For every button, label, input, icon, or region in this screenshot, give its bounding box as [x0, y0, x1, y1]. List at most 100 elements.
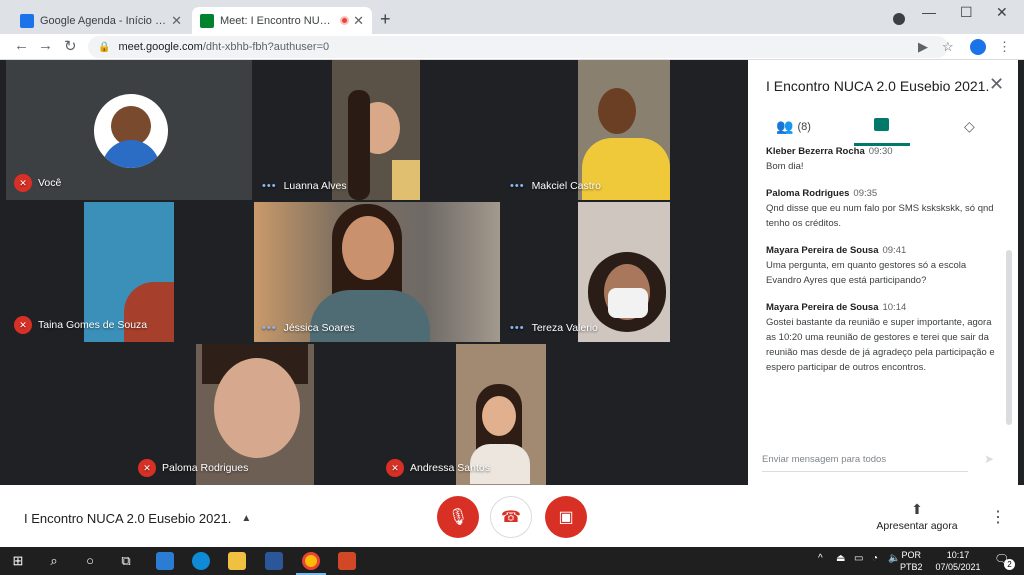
usb-icon[interactable]: ⏏	[836, 553, 845, 564]
chat-panel: I Encontro NUCA 2.0 Eusebio 2021. ✕ 👥 (8…	[748, 60, 1018, 485]
participant-tile[interactable]: ••• Jéssica Soares	[254, 202, 500, 342]
google-calendar-icon	[20, 13, 34, 28]
chat-input[interactable]: Enviar mensagem para todos	[762, 450, 968, 472]
camera-off-icon: ▣	[558, 509, 574, 526]
participant-name: ••• Makciel Castro	[510, 180, 601, 192]
message-time: 09:35	[853, 188, 878, 199]
windows-start-icon[interactable]: ⊞	[10, 553, 26, 569]
forward-icon[interactable]: →	[38, 37, 53, 54]
participant-tile[interactable]: ✕ Andressa Santos	[378, 344, 624, 485]
close-window-icon[interactable]: ✕	[996, 4, 1008, 21]
address-bar[interactable]: 🔒 meet.google.com /dht-xbhb-fbh?authuser…	[88, 36, 948, 58]
speaking-indicator-icon: •••	[262, 180, 277, 192]
avatar	[94, 94, 168, 168]
tab-meet[interactable]: Meet: I Encontro NUCA 2.0 E... ✕	[192, 7, 372, 34]
hang-up-icon: ☎	[501, 509, 521, 526]
chevron-up-icon: ▲	[241, 513, 252, 524]
message-author: Paloma Rodrigues	[766, 188, 850, 199]
chrome-icon[interactable]	[302, 552, 320, 570]
wifi-icon[interactable]: ◔	[872, 553, 878, 564]
volume-icon[interactable]: 🔈	[888, 553, 900, 564]
present-label: Apresentar agora	[876, 520, 958, 532]
meeting-controls-bar: I Encontro NUCA 2.0 Eusebio 2021. ▲ 🎙 ☎ …	[0, 485, 1024, 547]
speaking-indicator-icon: •••	[510, 180, 525, 192]
chat-message: Paloma Rodrigues 09:35 Qnd disse que eu n…	[766, 188, 996, 231]
message-time: 10:14	[882, 302, 907, 313]
meeting-title: I Encontro NUCA 2.0 Eusebio 2021.	[24, 511, 232, 526]
participant-tile[interactable]: ••• Makciel Castro	[502, 60, 748, 200]
profile-avatar[interactable]	[970, 39, 986, 55]
panel-title: I Encontro NUCA 2.0 Eusebio 2021.	[766, 78, 990, 94]
bookmark-star-icon[interactable]: ☆	[942, 39, 954, 55]
file-explorer-icon[interactable]	[228, 552, 246, 570]
onedrive-icon[interactable]	[156, 552, 174, 570]
close-tab-icon[interactable]: ✕	[171, 13, 182, 29]
send-icon[interactable]: ➤	[984, 452, 994, 466]
message-text: Qnd disse que eu num falo por SMS ksksks…	[766, 203, 994, 229]
tab-activities[interactable]: ◇	[964, 118, 979, 135]
tab-chat[interactable]	[874, 118, 889, 131]
participant-name: ••• Tereza Valerio	[510, 322, 598, 334]
menu-kebab-icon[interactable]: ⋮	[998, 39, 1011, 55]
participant-tile[interactable]: ✕ Taina Gomes de Souza	[6, 202, 252, 342]
recording-icon	[340, 16, 350, 25]
message-time: 09:41	[882, 245, 907, 256]
leave-call-button[interactable]: ☎	[490, 496, 532, 538]
people-count: (8)	[797, 120, 811, 133]
message-time: 09:30	[868, 146, 893, 157]
message-author: Kleber Bezerra Rocha	[766, 146, 865, 157]
maximize-icon[interactable]: ☐	[960, 4, 973, 21]
close-panel-icon[interactable]: ✕	[989, 74, 1004, 95]
close-tab-icon[interactable]: ✕	[353, 13, 364, 29]
message-text: Gostei bastante da reunião e super impor…	[766, 317, 995, 373]
mic-off-icon: 🎙	[447, 509, 469, 526]
camera-toggle-button[interactable]: ▣	[545, 496, 587, 538]
activities-icon: ◇	[964, 118, 975, 134]
message-author: Mayara Pereira de Sousa	[766, 302, 879, 313]
microphone-toggle-button[interactable]: 🎙	[437, 496, 479, 538]
minimize-icon[interactable]: —	[922, 4, 936, 20]
tab-google-agenda[interactable]: Google Agenda - Início da progr... ✕	[12, 7, 190, 34]
tab-people[interactable]: 👥 (8)	[776, 118, 811, 135]
participant-grid: ✕ Você ••• Luanna Alves ••• Makciel Cast…	[6, 60, 748, 485]
camera-in-use-icon[interactable]: ▶	[918, 39, 928, 55]
new-tab-icon[interactable]: +	[380, 9, 391, 30]
url-host: meet.google.com	[118, 41, 203, 53]
video-feed	[332, 60, 420, 200]
panel-tabs: 👥 (8) ◇	[748, 112, 1018, 146]
edge-icon[interactable]	[192, 552, 210, 570]
present-now-button[interactable]: ⬆ Apresentar agora	[876, 501, 958, 532]
word-icon[interactable]	[265, 552, 283, 570]
lock-icon: 🔒	[98, 41, 111, 53]
notification-count: 2	[1004, 559, 1015, 570]
participant-tile[interactable]: ✕ Você	[6, 60, 252, 200]
meeting-details-toggle[interactable]: I Encontro NUCA 2.0 Eusebio 2021. ▲	[24, 511, 251, 526]
message-author: Mayara Pereira de Sousa	[766, 245, 879, 256]
battery-icon[interactable]: ▭	[854, 553, 863, 564]
participant-tile[interactable]: ✕ Paloma Rodrigues	[130, 344, 376, 485]
clock-date: 07/05/2021	[935, 562, 981, 572]
reload-icon[interactable]: ↻	[64, 37, 77, 55]
show-hidden-icons-icon[interactable]: ^	[818, 553, 823, 564]
participant-name: ••• Jéssica Soares	[262, 322, 355, 334]
cortana-icon[interactable]: ○	[82, 553, 98, 569]
search-icon[interactable]: ⌕	[46, 553, 62, 569]
powerpoint-icon[interactable]	[338, 552, 356, 570]
task-view-icon[interactable]: ⧉	[118, 553, 134, 569]
chat-message-list: Kleber Bezerra Rocha 09:30 Bom dia! Palom…	[766, 146, 996, 436]
participant-tile[interactable]: ••• Tereza Valerio	[502, 202, 748, 342]
mic-off-icon: ✕	[14, 316, 32, 334]
tab-search-icon[interactable]	[893, 13, 905, 25]
system-clock[interactable]: 10:17 07/05/2021	[930, 549, 986, 573]
speaking-indicator-icon: •••	[510, 322, 525, 334]
participant-tile[interactable]: ••• Luanna Alves	[254, 60, 500, 200]
more-options-icon[interactable]: ⋮	[990, 507, 1006, 527]
participant-name: ✕ Você	[14, 174, 61, 192]
participant-name: ✕ Paloma Rodrigues	[138, 459, 248, 477]
video-feed	[578, 60, 670, 200]
windows-taskbar: ⊞ ⌕ ○ ⧉ ^ ⏏ ▭ ◔ 🔈 POR PTB2 10:17 07/05/2…	[0, 547, 1024, 575]
input-language[interactable]: POR PTB2	[900, 549, 923, 573]
chat-scrollbar[interactable]	[1006, 250, 1012, 425]
speaking-indicator-icon: •••	[262, 322, 277, 334]
back-icon[interactable]: ←	[14, 37, 29, 54]
